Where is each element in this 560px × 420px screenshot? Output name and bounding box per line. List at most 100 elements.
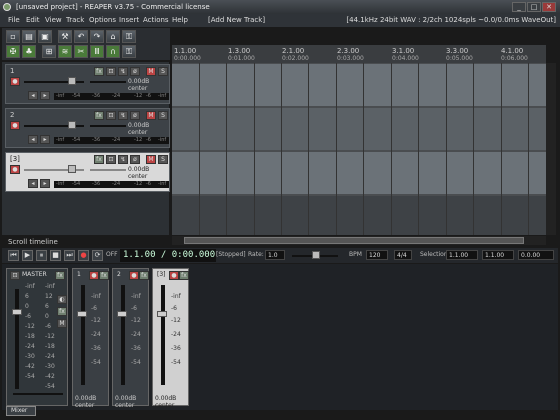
menu-file[interactable]: File <box>8 14 20 27</box>
master-mute-button[interactable]: M <box>57 319 67 328</box>
timeline-ruler[interactable]: 1.1.00 1.3.00 2.1.00 2.3.00 3.1.00 3.3.0… <box>172 45 546 63</box>
route-button[interactable]: ⊡ <box>106 155 116 164</box>
track-1-header[interactable]: 1 ● fx ⊡ ↯ ø M S 0.00dB center ◂ ▸ -inf -… <box>5 64 170 104</box>
strip-rec-button[interactable]: ● <box>129 271 139 280</box>
master-fader[interactable] <box>12 309 22 315</box>
group-icon[interactable]: Ⅲ <box>90 45 104 58</box>
mixer-strip-3[interactable]: [3] ● fx -inf -6 -12 -24 -36 -54 0.00dB … <box>152 268 189 409</box>
monitor-button[interactable]: ▸ <box>40 91 50 100</box>
bpm-field[interactable]: 120 <box>366 250 388 260</box>
solo-button[interactable]: S <box>158 111 168 120</box>
solo-button[interactable]: S <box>158 67 168 76</box>
menu-track[interactable]: Track <box>66 14 84 27</box>
scroll-thumb[interactable] <box>184 237 524 244</box>
fx-button[interactable]: fx <box>94 155 104 164</box>
fx-button[interactable]: fx <box>94 67 104 76</box>
strip-fx-button[interactable]: fx <box>139 271 149 280</box>
undo-icon[interactable]: ↶ <box>74 30 88 43</box>
project-settings-icon[interactable]: ⚒ <box>58 30 72 43</box>
record-arm-button[interactable]: ● <box>10 165 20 174</box>
pan-slider[interactable] <box>90 125 126 127</box>
master-route-button[interactable]: ⊡ <box>10 271 20 280</box>
envelope-icon[interactable]: ≋ <box>58 45 72 58</box>
master-fx-bypass-button[interactable]: fx <box>57 307 67 316</box>
pause-icon[interactable]: ⏸ <box>36 250 47 261</box>
strip-fader[interactable] <box>77 311 87 317</box>
master-strip[interactable]: ⊡ MASTER fx -inf 6 0 -6 -12 -18 -24 -30 … <box>6 268 68 406</box>
phase-button[interactable]: ø <box>130 111 140 120</box>
go-to-end-icon[interactable]: ⏭ <box>64 250 75 261</box>
phase-button[interactable]: ø <box>130 67 140 76</box>
off-label[interactable]: OFF <box>106 251 118 258</box>
track-2-header[interactable]: 2 ● fx ⊡ ↯ ø M S 0.00dB center ◂ ▸ -inf -… <box>5 108 170 148</box>
track-3-header[interactable]: [3] ● fx ⊡ ↯ ø M S 0.00dB center ◂ ▸ -in… <box>5 152 170 192</box>
io-button[interactable]: ◂ <box>28 135 38 144</box>
fx-button[interactable]: fx <box>94 111 104 120</box>
ripple-icon[interactable]: ♣ <box>22 45 36 58</box>
strip-rec-button[interactable]: ● <box>89 271 99 280</box>
minimize-button[interactable]: _ <box>512 2 526 12</box>
selection-end[interactable]: 1.1.00 <box>482 250 514 260</box>
horizontal-scrollbar[interactable] <box>172 236 546 245</box>
grid-icon[interactable]: ⊞ <box>42 45 56 58</box>
timecode-display[interactable]: 1.1.00 / 0:00.000 <box>120 249 216 262</box>
volume-knob[interactable] <box>68 121 76 129</box>
monitor-button[interactable]: ▸ <box>40 135 50 144</box>
strip-fader[interactable] <box>157 311 167 317</box>
record-arm-button[interactable]: ● <box>10 77 20 86</box>
stop-icon[interactable]: ■ <box>50 250 61 261</box>
record-arm-button[interactable]: ● <box>10 121 20 130</box>
mute-button[interactable]: M <box>146 111 156 120</box>
env-button[interactable]: ↯ <box>118 67 128 76</box>
maximize-button[interactable]: □ <box>527 2 541 12</box>
save-project-icon[interactable]: ▣ <box>38 30 52 43</box>
strip-fader[interactable] <box>117 311 127 317</box>
io-button[interactable]: ◂ <box>28 179 38 188</box>
menu-insert[interactable]: Insert <box>119 14 139 27</box>
rate-knob[interactable] <box>312 251 320 259</box>
pan-slider[interactable] <box>90 169 126 171</box>
new-project-icon[interactable]: ▫ <box>6 30 20 43</box>
play-icon[interactable]: ▶ <box>22 250 33 261</box>
rate-field[interactable]: 1.0 <box>265 250 285 260</box>
strip-rec-button[interactable]: ● <box>169 271 179 280</box>
mixer-strip-1[interactable]: 1 ● fx -inf -6 -12 -24 -36 -54 0.00dB ce… <box>72 268 109 409</box>
audio-status[interactable]: [44.1kHz 24bit WAV : 2/2ch 1024spls ~0.0… <box>346 14 556 27</box>
selection-start[interactable]: 1.1.00 <box>446 250 478 260</box>
open-project-icon[interactable]: ▤ <box>22 30 36 43</box>
close-button[interactable]: ✕ <box>542 2 556 12</box>
phase-button[interactable]: ø <box>130 155 140 164</box>
timesig-field[interactable]: 4/4 <box>394 250 412 260</box>
strip-fx-button[interactable]: fx <box>99 271 109 280</box>
solo-button[interactable]: S <box>158 155 168 164</box>
grid-snap-icon[interactable]: ✠ <box>6 45 20 58</box>
mute-button[interactable]: M <box>146 67 156 76</box>
master-pan-slider[interactable] <box>13 393 63 395</box>
go-to-start-icon[interactable]: ⏮ <box>8 250 19 261</box>
mixer-tab[interactable]: Mixer <box>6 406 36 416</box>
track-3-lane[interactable] <box>172 152 546 194</box>
master-fx-button[interactable]: fx <box>55 271 65 280</box>
volume-knob[interactable] <box>68 77 76 85</box>
strip-fx-button[interactable]: fx <box>179 271 189 280</box>
lock-toggle-icon[interactable]: ⚿ <box>122 45 136 58</box>
route-button[interactable]: ⊡ <box>106 67 116 76</box>
cut-icon[interactable]: ✂ <box>74 45 88 58</box>
menu-view[interactable]: View <box>45 14 62 27</box>
vertical-scrollbar[interactable] <box>546 63 556 235</box>
env-button[interactable]: ↯ <box>118 155 128 164</box>
repeat-icon[interactable]: ⟳ <box>92 250 103 261</box>
track-1-lane[interactable] <box>172 64 546 106</box>
redo-icon[interactable]: ↷ <box>90 30 104 43</box>
menu-options[interactable]: Options <box>89 14 116 27</box>
record-icon[interactable]: ● <box>78 250 89 261</box>
master-mono-button[interactable]: ◐ <box>57 295 67 304</box>
io-button[interactable]: ◂ <box>28 91 38 100</box>
mute-button[interactable]: M <box>146 155 156 164</box>
reaper-app-icon[interactable] <box>3 3 11 11</box>
pan-slider[interactable] <box>90 81 126 83</box>
volume-knob[interactable] <box>68 165 76 173</box>
track-2-lane[interactable] <box>172 108 546 150</box>
route-button[interactable]: ⊡ <box>106 111 116 120</box>
mixer-strip-2[interactable]: 2 ● fx -inf -6 -12 -24 -36 -54 0.00dB ce… <box>112 268 149 409</box>
